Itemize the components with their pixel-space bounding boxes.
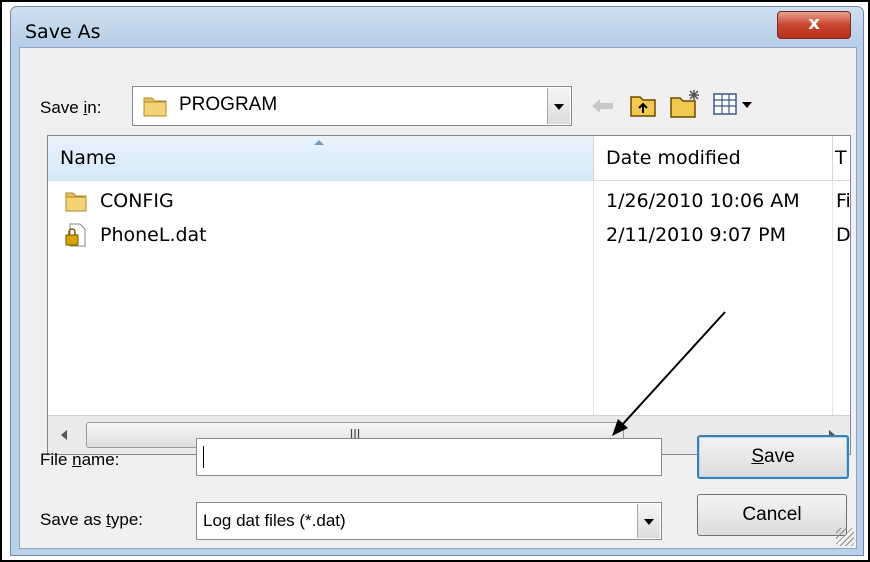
annotation-arrow xyxy=(612,311,726,436)
